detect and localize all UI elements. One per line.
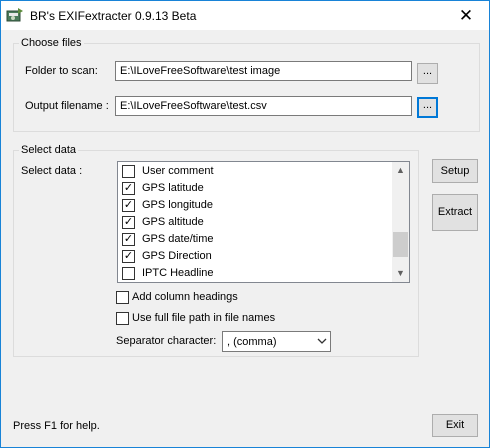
list-item-checkbox[interactable] — [122, 267, 135, 280]
full-path-label: Use full file path in file names — [132, 312, 276, 324]
list-item-checkbox[interactable]: ✓ — [122, 199, 135, 212]
add-column-headings-checkbox[interactable] — [116, 291, 129, 304]
choose-files-group — [13, 43, 480, 132]
folder-browse-button[interactable]: ... — [417, 63, 438, 84]
list-item-label: GPS date/time — [142, 233, 214, 245]
list-item-label: GPS Direction — [142, 250, 212, 262]
list-item[interactable]: ✓ GPS latitude — [122, 180, 392, 197]
separator-value: , (comma) — [227, 336, 277, 348]
list-item-checkbox[interactable]: ✓ — [122, 216, 135, 229]
list-item-checkbox[interactable]: ✓ — [122, 250, 135, 263]
list-item-checkbox[interactable]: ✓ — [122, 182, 135, 195]
full-path-checkbox[interactable] — [116, 312, 129, 325]
exit-button[interactable]: Exit — [432, 414, 478, 437]
window-title: BR's EXIFextracter 0.9.13 Beta — [30, 9, 197, 23]
setup-button[interactable]: Setup — [432, 159, 478, 183]
add-column-headings-label: Add column headings — [132, 291, 238, 303]
list-item-label: IPTC Headline — [142, 267, 214, 279]
list-item-label: User comment — [142, 165, 214, 177]
separator-select[interactable]: , (comma) — [222, 331, 331, 352]
choose-files-group-label: Choose files — [19, 37, 84, 49]
list-item-label: GPS altitude — [142, 216, 204, 228]
list-item-label: GPS latitude — [142, 182, 204, 194]
camera-icon — [6, 7, 24, 23]
list-scrollbar[interactable]: ▲ ▼ — [392, 162, 409, 282]
folder-input[interactable]: E:\ILoveFreeSoftware\test image — [115, 61, 412, 81]
output-filename-input[interactable]: E:\ILoveFreeSoftware\test.csv — [115, 96, 412, 116]
app-window: BR's EXIFextracter 0.9.13 Beta ✕ Choose … — [0, 0, 490, 448]
list-item[interactable]: IPTC Headline — [122, 265, 392, 282]
data-fields-list[interactable]: User comment ✓ GPS latitude ✓ GPS longitude ✓… — [117, 161, 410, 283]
list-item[interactable]: ✓ GPS date/time — [122, 231, 392, 248]
list-item[interactable]: ✓ GPS longitude — [122, 197, 392, 214]
list-item-checkbox[interactable]: ✓ — [122, 233, 135, 246]
chevron-down-icon — [317, 333, 327, 352]
separator-label: Separator character: — [116, 335, 217, 347]
scroll-down-icon[interactable]: ▼ — [392, 265, 409, 282]
output-browse-button[interactable]: ... — [417, 97, 438, 118]
list-item-checkbox[interactable] — [122, 165, 135, 178]
output-label: Output filename : — [25, 100, 109, 112]
scroll-up-icon[interactable]: ▲ — [392, 162, 409, 179]
select-data-group-label: Select data — [19, 144, 79, 156]
folder-label: Folder to scan: — [25, 65, 98, 77]
title-bar: BR's EXIFextracter 0.9.13 Beta ✕ — [1, 1, 489, 30]
close-icon: ✕ — [458, 6, 474, 25]
list-item[interactable]: ✓ GPS Direction — [122, 248, 392, 265]
scroll-thumb[interactable] — [393, 232, 408, 258]
select-data-label: Select data : — [21, 165, 83, 177]
list-item-label: GPS longitude — [142, 199, 213, 211]
list-item[interactable]: ✓ GPS altitude — [122, 214, 392, 231]
help-status-text: Press F1 for help. — [13, 420, 100, 432]
extract-button[interactable]: Extract — [432, 194, 478, 231]
close-button[interactable]: ✕ — [443, 1, 489, 30]
list-item[interactable]: User comment — [122, 163, 392, 180]
